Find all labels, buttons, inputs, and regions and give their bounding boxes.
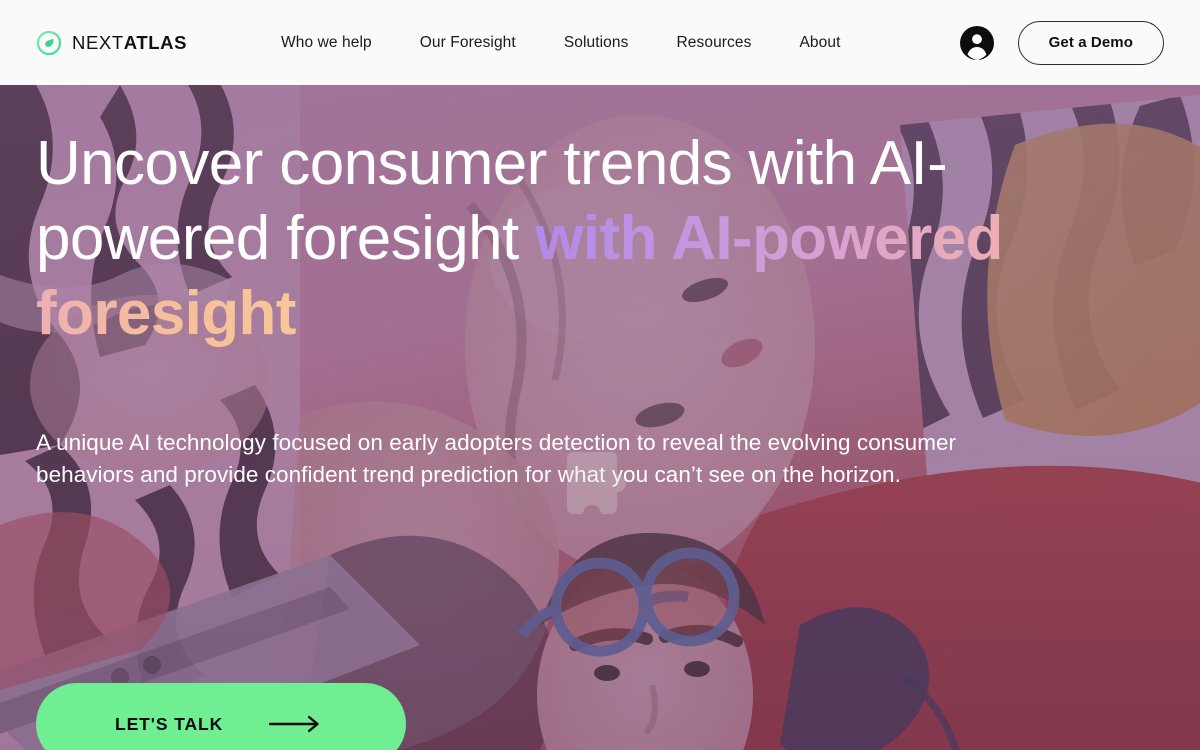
- hero-headline: Uncover consumer trends with AI-powered …: [36, 126, 1036, 351]
- hero-content: Uncover consumer trends with AI-powered …: [0, 85, 1200, 750]
- hero-subcopy: A unique AI technology focused on early …: [36, 430, 957, 487]
- nav-item-our-foresight[interactable]: Our Foresight: [420, 34, 516, 52]
- primary-navigation: Who we help Our Foresight Solutions Reso…: [281, 34, 840, 52]
- brand-logo[interactable]: NEXTATLAS: [36, 30, 187, 56]
- arrow-right-icon: [269, 715, 323, 733]
- hero-section: Uncover consumer trends with AI-powered …: [0, 85, 1200, 750]
- nextatlas-droplet-logo-icon: [36, 30, 62, 56]
- nav-item-solutions[interactable]: Solutions: [564, 34, 629, 52]
- nav-item-resources[interactable]: Resources: [676, 34, 751, 52]
- brand-wordmark-bold: ATLAS: [123, 31, 188, 53]
- nav-item-about[interactable]: About: [799, 34, 840, 52]
- header-actions: Get a Demo: [959, 0, 1164, 85]
- lets-talk-button[interactable]: LET'S TALK: [36, 683, 406, 750]
- nav-item-who-we-help[interactable]: Who we help: [281, 34, 372, 52]
- brand-wordmark-light: NEXT: [72, 31, 124, 53]
- puzzle-piece-icon: [556, 446, 634, 538]
- brand-wordmark: NEXTATLAS: [72, 32, 187, 54]
- lets-talk-label: LET'S TALK: [115, 713, 224, 734]
- site-header: NEXTATLAS Who we help Our Foresight Solu…: [0, 0, 1200, 85]
- get-a-demo-button[interactable]: Get a Demo: [1017, 20, 1164, 65]
- user-account-icon[interactable]: [959, 25, 994, 60]
